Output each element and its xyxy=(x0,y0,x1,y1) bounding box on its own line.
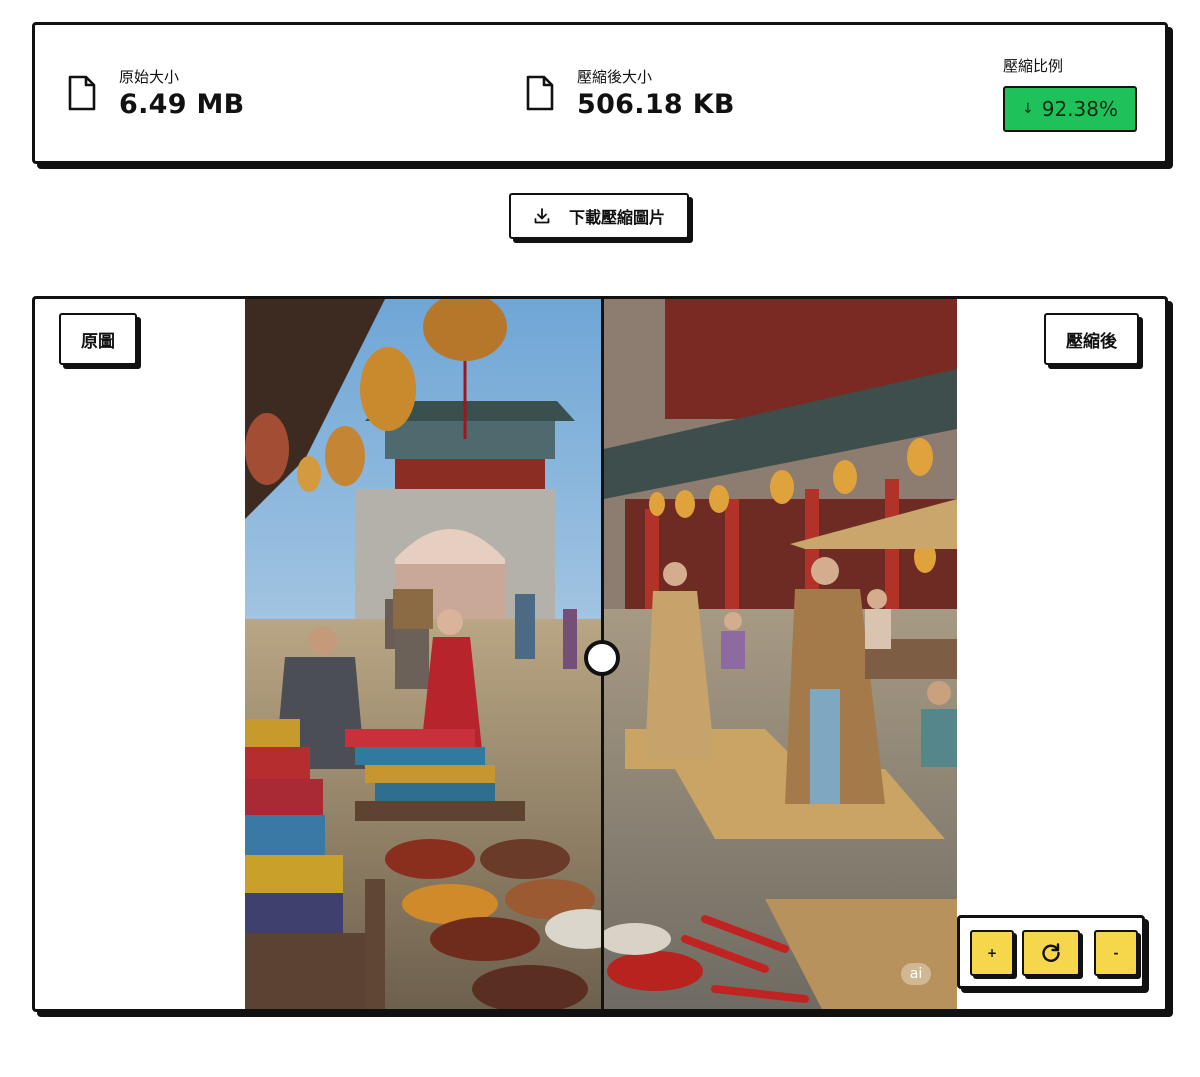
compression-ratio-value: 92.38% xyxy=(1041,97,1118,121)
original-size-value: 6.49 MB xyxy=(119,89,245,120)
file-icon xyxy=(526,75,554,111)
original-image-label: 原圖 xyxy=(59,313,137,365)
original-size-label: 原始大小 xyxy=(119,68,180,86)
download-icon xyxy=(534,208,550,224)
comparison-slider-handle[interactable] xyxy=(584,640,620,676)
image-comparison-viewer[interactable]: 原圖 壓縮後 ai + - xyxy=(32,296,1168,1012)
zoom-out-button[interactable]: - xyxy=(1094,930,1138,976)
compressed-size-label: 壓縮後大小 xyxy=(577,68,653,86)
zoom-in-button[interactable]: + xyxy=(970,930,1014,976)
reset-zoom-button[interactable] xyxy=(1022,930,1080,976)
arrow-down-icon: ↓ xyxy=(1022,101,1034,117)
compressed-size-value: 506.18 KB xyxy=(577,89,735,120)
compression-stats-card: 原始大小 6.49 MB 壓縮後大小 506.18 KB 壓縮比例 ↓ 92.3… xyxy=(32,22,1168,164)
compression-ratio-badge: ↓ 92.38% xyxy=(1003,86,1137,132)
original-size-stat: 原始大小 6.49 MB xyxy=(67,25,245,161)
ai-watermark: ai xyxy=(901,963,931,985)
zoom-controls: + - xyxy=(957,915,1145,989)
download-button-label: 下載壓縮圖片 xyxy=(568,208,665,227)
compression-ratio-stat: 壓縮比例 ↓ 92.38% xyxy=(1003,55,1143,132)
compression-ratio-label: 壓縮比例 xyxy=(1003,57,1064,75)
compressed-image-label: 壓縮後 xyxy=(1044,313,1139,365)
reset-rotate-icon xyxy=(1042,943,1060,962)
compressed-size-stat: 壓縮後大小 506.18 KB xyxy=(525,25,735,161)
file-icon xyxy=(68,75,96,111)
download-compressed-button[interactable]: 下載壓縮圖片 xyxy=(509,193,689,239)
